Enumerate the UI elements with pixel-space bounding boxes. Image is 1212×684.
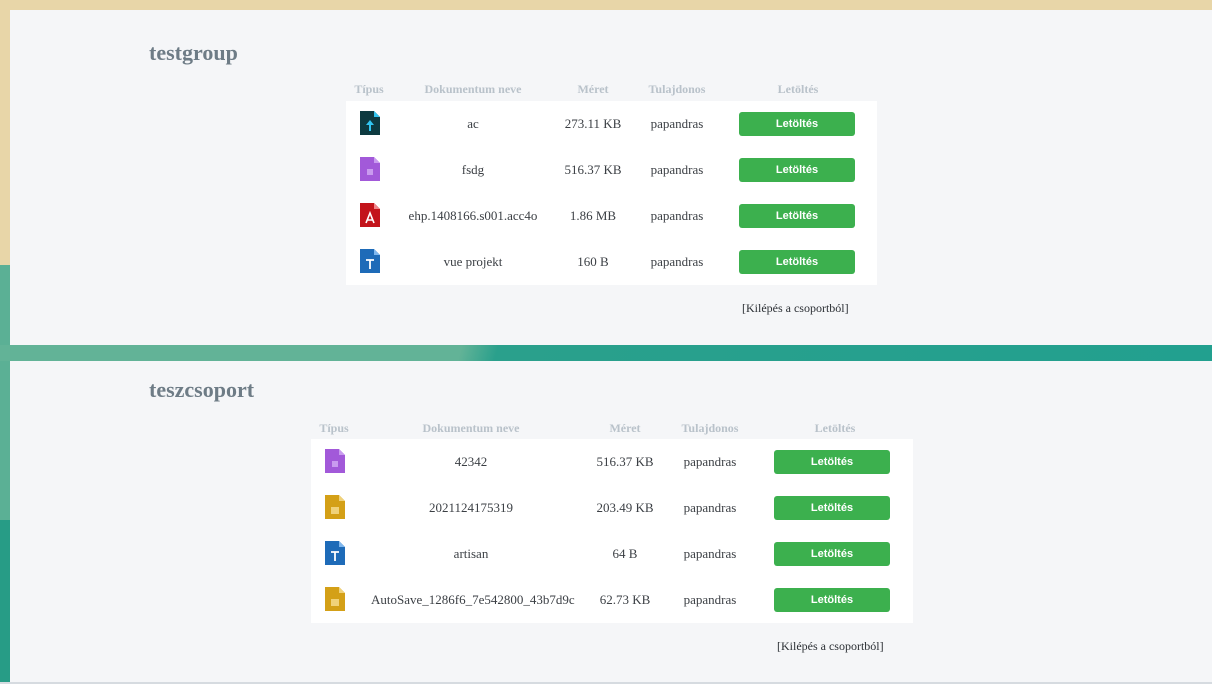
table-row: artisan 64 B papandras Letöltés	[311, 531, 913, 577]
document-owner: papandras	[650, 162, 704, 177]
download-button[interactable]: Letöltés	[739, 204, 855, 228]
leave-group-link[interactable]: [Kilépés a csoportból]	[742, 301, 849, 316]
purple-file-icon	[325, 449, 345, 473]
download-button[interactable]: Letöltés	[774, 542, 890, 566]
download-button[interactable]: Letöltés	[739, 158, 855, 182]
download-button[interactable]: Letöltés	[774, 588, 890, 612]
document-owner: papandras	[683, 454, 737, 469]
document-owner: papandras	[683, 500, 737, 515]
document-name: fsdg	[461, 162, 485, 177]
document-owner: papandras	[683, 592, 737, 607]
header-size: Méret	[577, 82, 609, 96]
document-name: 42342	[454, 454, 488, 469]
download-button[interactable]: Letöltés	[739, 112, 855, 136]
background-divider-band	[0, 345, 1212, 361]
table-row: 42342 516.37 KB papandras Letöltés	[311, 439, 913, 485]
document-name: vue projekt	[443, 254, 503, 269]
table-row: AutoSave_1286f6_7e542800_43b7d9c 62.73 K…	[311, 577, 913, 623]
table-row: ehp.1408166.s001.acc4o 1.86 MB papandras…	[346, 193, 877, 239]
header-download: Letöltés	[814, 421, 856, 435]
header-owner: Tulajdonos	[681, 421, 739, 435]
document-size: 62.73 KB	[599, 592, 651, 607]
table-row: vue projekt 160 B papandras Letöltés	[346, 239, 877, 285]
group-panel-testgroup: testgroup Típus Dokumentum neve Méret Tu…	[10, 10, 1212, 345]
background-top-band	[0, 0, 1212, 10]
document-name: ehp.1408166.s001.acc4o	[408, 208, 538, 223]
header-owner: Tulajdonos	[648, 82, 706, 96]
table-row: fsdg 516.37 KB papandras Letöltés	[346, 147, 877, 193]
header-type: Típus	[319, 421, 349, 435]
word-file-icon	[360, 249, 380, 273]
ai-file-icon	[360, 111, 380, 135]
table-row: ac 273.11 KB papandras Letöltés	[346, 101, 877, 147]
pdf-file-icon	[360, 203, 380, 227]
image-file-icon	[325, 587, 345, 611]
table-row: 2021124175319 203.49 KB papandras Letölt…	[311, 485, 913, 531]
group-title: testgroup	[149, 40, 238, 65]
document-owner: papandras	[650, 254, 704, 269]
document-size: 64 B	[612, 546, 638, 561]
documents-table: 42342 516.37 KB papandras Letöltés 20211…	[311, 439, 913, 623]
download-button[interactable]: Letöltés	[774, 496, 890, 520]
group-title: teszcsoport	[149, 377, 255, 402]
table-header: Típus Dokumentum neve Méret Tulajdonos L…	[346, 82, 877, 102]
header-document-name: Dokumentum neve	[422, 421, 520, 435]
image-file-icon	[325, 495, 345, 519]
document-owner: papandras	[683, 546, 737, 561]
document-owner: papandras	[650, 208, 704, 223]
document-size: 516.37 KB	[564, 162, 622, 177]
document-size: 160 B	[577, 254, 609, 269]
download-button[interactable]: Letöltés	[739, 250, 855, 274]
document-size: 273.11 KB	[564, 116, 622, 131]
header-download: Letöltés	[777, 82, 819, 96]
document-owner: papandras	[650, 116, 704, 131]
header-document-name: Dokumentum neve	[424, 82, 522, 96]
group-panel-teszcsoport: teszcsoport Típus Dokumentum neve Méret …	[10, 361, 1212, 682]
document-name: artisan	[453, 546, 489, 561]
document-name: ac	[467, 116, 479, 131]
document-size: 203.49 KB	[596, 500, 654, 515]
document-name: AutoSave_1286f6_7e542800_43b7d9c	[371, 592, 575, 607]
document-size: 516.37 KB	[596, 454, 654, 469]
leave-group-link[interactable]: [Kilépés a csoportból]	[777, 639, 884, 654]
background-left-band	[0, 0, 10, 265]
document-name: 2021124175319	[428, 500, 514, 515]
purple-file-icon	[360, 157, 380, 181]
document-size: 1.86 MB	[569, 208, 617, 223]
header-type: Típus	[354, 82, 384, 96]
table-header: Típus Dokumentum neve Méret Tulajdonos L…	[311, 421, 913, 441]
word-file-icon	[325, 541, 345, 565]
download-button[interactable]: Letöltés	[774, 450, 890, 474]
header-size: Méret	[609, 421, 641, 435]
background-left-band-dark	[0, 520, 10, 684]
documents-table: ac 273.11 KB papandras Letöltés fsdg 516…	[346, 101, 877, 285]
